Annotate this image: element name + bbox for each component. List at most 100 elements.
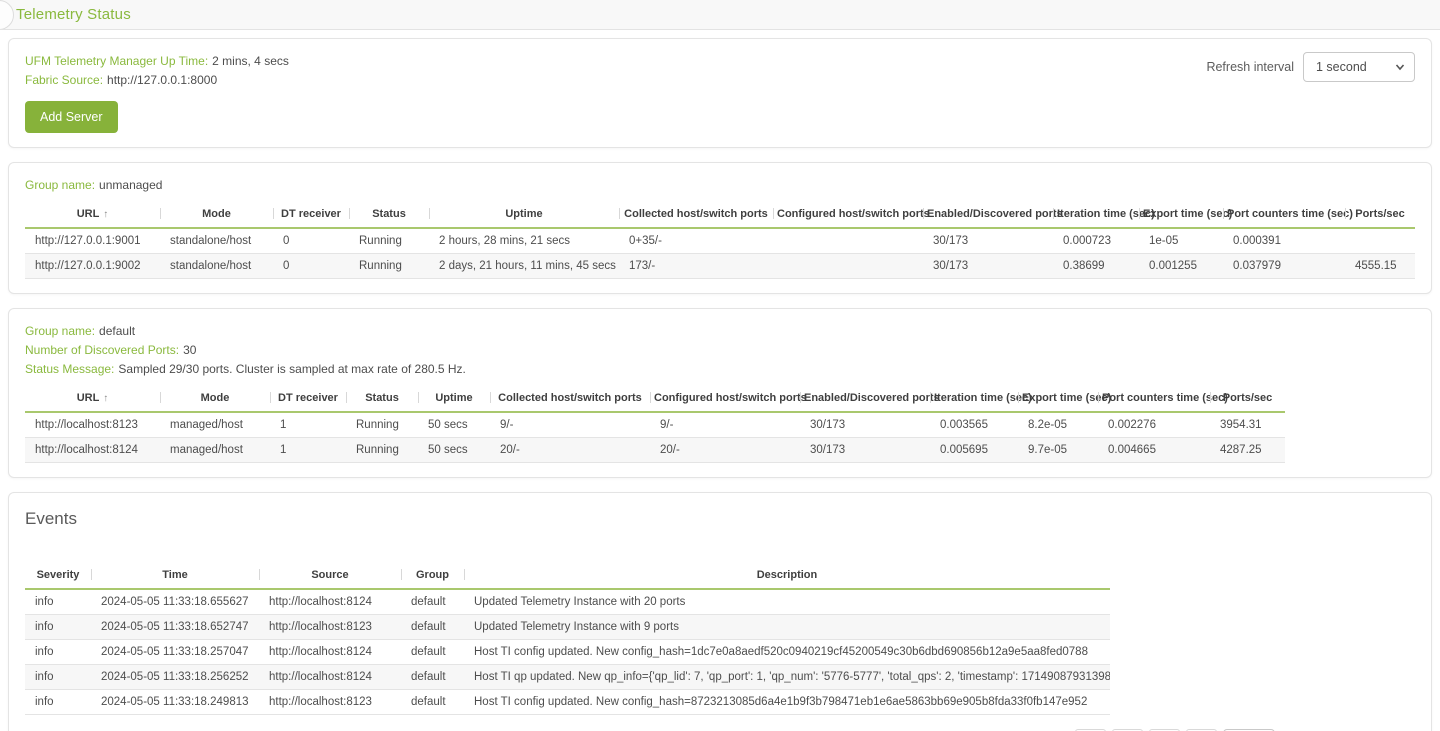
table-cell: default	[401, 615, 464, 640]
table-header-row: URL↑ModeDT receiverStatusUptimeCollected…	[25, 204, 1415, 228]
table-cell: 2024-05-05 11:33:18.256252	[91, 665, 259, 690]
table-cell: http://localhost:8124	[25, 438, 160, 463]
collapsed-nav-circle[interactable]	[0, 0, 14, 30]
table-row: info2024-05-05 11:33:18.249813http://loc…	[25, 690, 1110, 715]
table-cell: 2024-05-05 11:33:18.652747	[91, 615, 259, 640]
column-header: Status	[346, 388, 418, 412]
table-cell: standalone/host	[160, 228, 273, 254]
group-name-line: Group name:unmanaged	[25, 176, 1415, 195]
table-row: http://127.0.0.1:9002standalone/host0Run…	[25, 254, 1415, 279]
table-cell: info	[25, 615, 91, 640]
events-card: Events SeverityTimeSourceGroupDescriptio…	[8, 492, 1432, 731]
group-name-line: Group name: default	[25, 322, 1415, 341]
table-cell: 0.005695	[930, 438, 1018, 463]
table-cell: 0.037979	[1223, 254, 1345, 279]
chevron-down-icon	[1395, 62, 1405, 72]
column-header: Group	[401, 565, 464, 589]
column-header: Mode	[160, 204, 273, 228]
column-header: Description	[464, 565, 1110, 589]
column-header: Severity	[25, 565, 91, 589]
column-header: Collected host/switch ports	[619, 204, 773, 228]
column-header[interactable]: URL↑	[25, 204, 160, 228]
table-cell: 0.004665	[1098, 438, 1210, 463]
table-cell: default	[401, 690, 464, 715]
table-row: http://localhost:8123managed/host1Runnin…	[25, 412, 1285, 438]
table-cell: info	[25, 665, 91, 690]
table-cell: managed/host	[160, 412, 270, 438]
group-name-value: default	[99, 324, 135, 338]
table-cell: 0	[273, 254, 349, 279]
table-cell: 1	[270, 438, 346, 463]
column-header: Enabled/Discovered ports	[923, 204, 1053, 228]
table-cell: 9/-	[490, 412, 650, 438]
status-message-label: Status Message:	[25, 362, 114, 376]
column-header: Ports/sec	[1210, 388, 1285, 412]
status-message-line: Status Message:Sampled 29/30 ports. Clus…	[25, 360, 1415, 379]
column-header: Ports/sec	[1345, 204, 1415, 228]
telemetry-info-card: UFM Telemetry Manager Up Time:2 mins, 4 …	[8, 38, 1432, 148]
table-cell: 50 secs	[418, 412, 490, 438]
table-cell: 0.000391	[1223, 228, 1345, 254]
group-name-label: Group name:	[25, 324, 95, 338]
group-card-unmanaged: Group name:unmanaged URL↑ModeDT receiver…	[8, 162, 1432, 294]
fabric-source-label: Fabric Source:	[25, 73, 103, 87]
table-cell: 0	[273, 228, 349, 254]
column-header: Source	[259, 565, 401, 589]
table-cell: 0.000723	[1053, 228, 1139, 254]
table-cell: Updated Telemetry Instance with 9 ports	[464, 615, 1110, 640]
table-row: http://127.0.0.1:9001standalone/host0Run…	[25, 228, 1415, 254]
column-header: Uptime	[429, 204, 619, 228]
table-cell: http://127.0.0.1:9001	[25, 228, 160, 254]
table-cell: 2024-05-05 11:33:18.257047	[91, 640, 259, 665]
table-cell: default	[401, 640, 464, 665]
column-header: Iteration time (sec)	[930, 388, 1018, 412]
table-cell: 30/173	[923, 254, 1053, 279]
column-header: DT receiver	[273, 204, 349, 228]
table-cell: 4555.15	[1345, 254, 1415, 279]
uptime-value: 2 mins, 4 secs	[212, 54, 289, 68]
refresh-interval-select[interactable]: 1 second	[1303, 52, 1415, 82]
column-header: Status	[349, 204, 429, 228]
column-header: Configured host/switch ports	[650, 388, 800, 412]
table-row: http://localhost:8124managed/host1Runnin…	[25, 438, 1285, 463]
table-cell: info	[25, 690, 91, 715]
group-name-label: Group name:	[25, 178, 95, 192]
discovered-ports-value: 30	[183, 343, 196, 357]
table-cell: 9/-	[650, 412, 800, 438]
table-cell: Updated Telemetry Instance with 20 ports	[464, 589, 1110, 615]
table-cell: 20/-	[650, 438, 800, 463]
table-cell	[773, 228, 923, 254]
table-cell: 3954.31	[1210, 412, 1285, 438]
add-server-button[interactable]: Add Server	[25, 101, 118, 133]
column-header: Collected host/switch ports	[490, 388, 650, 412]
table-cell: Running	[349, 228, 429, 254]
table-cell: 0.002276	[1098, 412, 1210, 438]
table-row: info2024-05-05 11:33:18.652747http://loc…	[25, 615, 1110, 640]
column-header: Port counters time (sec)	[1223, 204, 1345, 228]
table-cell: 4287.25	[1210, 438, 1285, 463]
table-row: info2024-05-05 11:33:18.655627http://loc…	[25, 589, 1110, 615]
refresh-interval-label: Refresh interval	[1206, 60, 1294, 74]
table-cell: 2 days, 21 hours, 11 mins, 45 secs	[429, 254, 619, 279]
group-card-default: Group name:default Number of Discovered …	[8, 308, 1432, 478]
table-cell: http://localhost:8123	[259, 615, 401, 640]
table-cell: 0.003565	[930, 412, 1018, 438]
table-cell: default	[401, 589, 464, 615]
table-cell: 30/173	[800, 438, 930, 463]
table-cell: 8.2e-05	[1018, 412, 1098, 438]
table-header-row: SeverityTimeSourceGroupDescription	[25, 565, 1110, 589]
table-cell: http://localhost:8123	[259, 690, 401, 715]
table-cell: standalone/host	[160, 254, 273, 279]
sort-ascending-icon: ↑	[103, 393, 108, 404]
page-header: Telemetry Status	[0, 0, 1440, 30]
table-cell: 20/-	[490, 438, 650, 463]
table-cell: http://localhost:8123	[25, 412, 160, 438]
column-header: Export time (sec)	[1139, 204, 1223, 228]
column-header[interactable]: URL↑	[25, 388, 160, 412]
events-title: Events	[25, 509, 1415, 529]
table-cell: default	[401, 665, 464, 690]
table-cell: http://localhost:8124	[259, 589, 401, 615]
table-cell: Host TI config updated. New config_hash=…	[464, 640, 1110, 665]
column-header: Mode	[160, 388, 270, 412]
column-header: Iteration time (sec)	[1053, 204, 1139, 228]
